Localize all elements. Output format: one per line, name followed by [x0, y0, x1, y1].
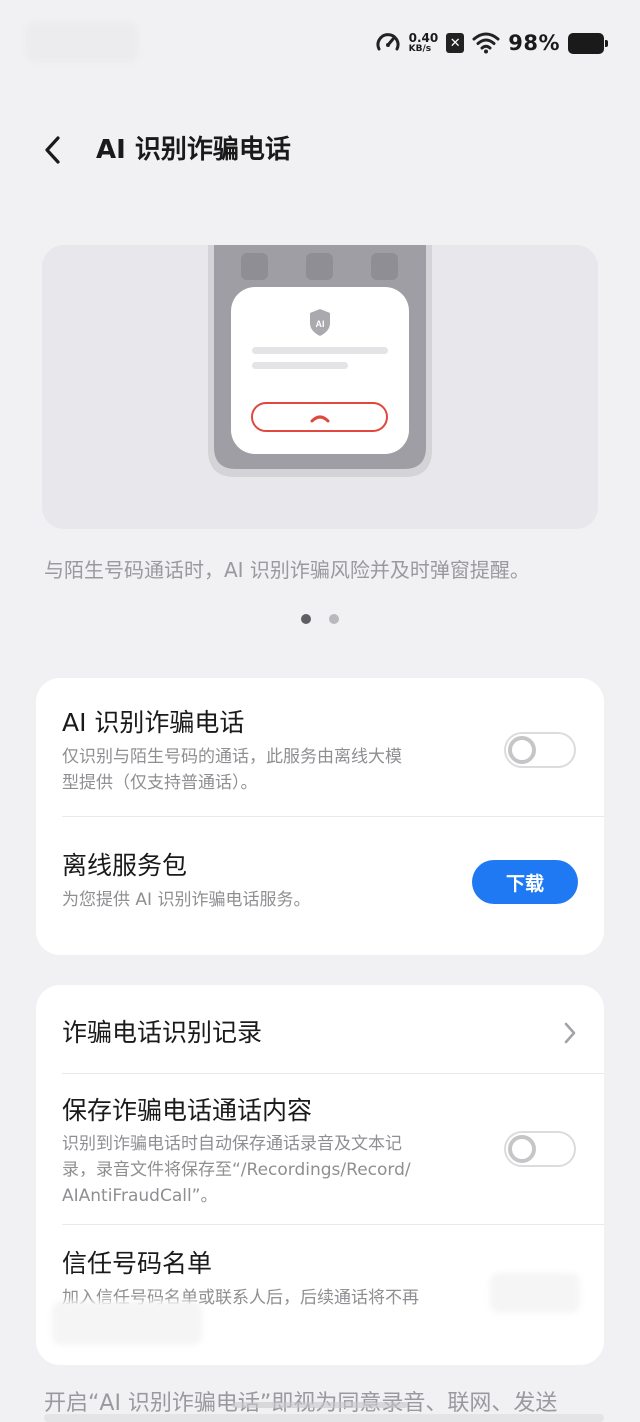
- save-content-desc-2: 录，录音文件将保存至“/Recordings/Record/: [62, 1160, 411, 1180]
- obscured-area: [52, 1301, 202, 1345]
- save-content-desc-1: 识别到诈骗电话时自动保存通话录音及文本记: [62, 1134, 402, 1154]
- offline-pack-title: 离线服务包: [62, 851, 188, 880]
- settings-card-main: AI 识别诈骗电话 仅识别与陌生号码的通话，此服务由离线大模 型提供（仅支持普通…: [36, 678, 604, 955]
- page-title: AI 识别诈骗电话: [96, 135, 291, 165]
- feature-illustration: AI: [42, 245, 598, 529]
- records-row[interactable]: 诈骗电话识别记录: [36, 985, 604, 1073]
- download-button[interactable]: 下载: [472, 860, 578, 904]
- toggle-knob: [508, 1135, 536, 1163]
- offline-pack-row: 离线服务包 为您提供 AI 识别诈骗电话服务。 下载: [36, 817, 604, 955]
- page-dot-2[interactable]: [329, 614, 339, 624]
- status-bar: 0.40 KB/s ✕ 98%: [0, 0, 640, 84]
- records-title: 诈骗电话识别记录: [62, 1018, 263, 1047]
- x-badge-icon: ✕: [446, 33, 465, 53]
- page-indicator: [0, 614, 640, 624]
- wifi-icon: [472, 32, 500, 54]
- chevron-right-icon: [564, 1022, 576, 1044]
- offline-pack-desc: 为您提供 AI 识别诈骗电话服务。: [62, 890, 311, 910]
- home-indicator[interactable]: [232, 1402, 408, 1408]
- ai-badge-text: AI: [316, 319, 325, 329]
- save-content-title: 保存诈骗电话通话内容: [62, 1096, 313, 1125]
- save-content-desc-3: AIAntiFraudCall”。: [62, 1186, 218, 1206]
- ai-detect-row[interactable]: AI 识别诈骗电话 仅识别与陌生号码的通话，此服务由离线大模 型提供（仅支持普通…: [36, 678, 604, 816]
- ai-detect-desc-2: 型提供（仅支持普通话）。: [62, 773, 258, 793]
- battery-icon: [568, 32, 608, 54]
- page-dot-1[interactable]: [301, 614, 311, 624]
- page-header: AI 识别诈骗电话: [0, 120, 640, 180]
- ai-detect-desc-1: 仅识别与陌生号码的通话，此服务由离线大模: [62, 747, 402, 767]
- save-content-row[interactable]: 保存诈骗电话通话内容 识别到诈骗电话时自动保存通话录音及文本记 录，录音文件将保…: [36, 1074, 604, 1224]
- back-button[interactable]: [36, 132, 70, 168]
- toggle-knob: [508, 736, 536, 764]
- illustration-caption: 与陌生号码通话时，AI 识别诈骗风险并及时弹窗提醒。: [44, 558, 530, 582]
- save-content-toggle[interactable]: [504, 1131, 576, 1167]
- battery-percent: 98%: [508, 31, 560, 55]
- net-speed-value: 0.40: [408, 31, 439, 45]
- obscured-area: [490, 1273, 580, 1313]
- chevron-left-icon: [45, 136, 60, 164]
- phone-alert-illustration: AI: [208, 245, 432, 477]
- ai-detect-toggle[interactable]: [504, 732, 576, 768]
- trusted-list-row[interactable]: 信任号码名单 加入信任号码名单或联系人后，后续通话将不再: [36, 1225, 604, 1365]
- net-speed-unit: KB/s: [408, 44, 432, 54]
- net-speed: 0.40 KB/s: [409, 32, 439, 54]
- settings-card-records: 诈骗电话识别记录 保存诈骗电话通话内容 识别到诈骗电话时自动保存通话录音及文本记…: [36, 985, 604, 1365]
- status-time-area: [26, 22, 138, 62]
- ai-detect-title: AI 识别诈骗电话: [62, 708, 245, 737]
- consent-text-continued: [44, 1414, 604, 1422]
- speedometer-icon: [376, 33, 400, 51]
- trusted-list-title: 信任号码名单: [62, 1249, 213, 1278]
- status-icons: 0.40 KB/s ✕ 98%: [375, 28, 608, 58]
